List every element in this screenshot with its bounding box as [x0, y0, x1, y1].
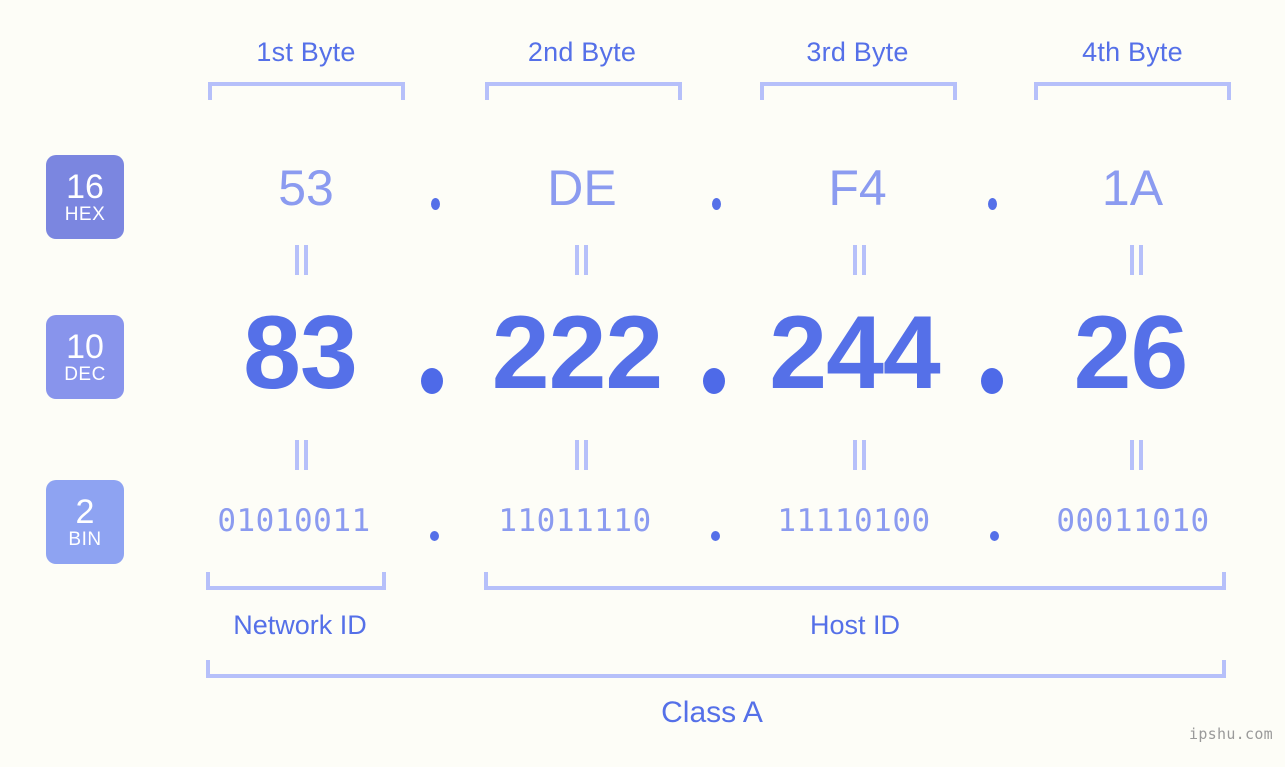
byte-bracket-1 — [208, 82, 405, 100]
equals-marker-dec-bin-2 — [572, 440, 590, 470]
radix-badge-bin: 2 BIN — [46, 480, 124, 564]
site-watermark: ipshu.com — [1189, 725, 1273, 743]
hex-byte-1: 53 — [278, 160, 334, 216]
equals-marker-hex-dec-2 — [572, 245, 590, 275]
radix-badge-dec-label: DEC — [64, 363, 106, 385]
bin-byte-3: 11110100 — [777, 503, 931, 539]
ip-address-breakdown-diagram: 1st Byte 2nd Byte 3rd Byte 4th Byte 16 H… — [0, 0, 1285, 767]
equals-marker-dec-bin-4 — [1127, 440, 1145, 470]
byte-header-label-1: 1st Byte — [256, 37, 356, 67]
radix-badge-dec-number: 10 — [66, 327, 104, 366]
radix-badge-hex-number: 16 — [66, 167, 104, 206]
network-id-label: Network ID — [233, 610, 367, 640]
bin-byte-1: 01010011 — [217, 503, 371, 539]
dec-byte-2: 222 — [491, 295, 664, 411]
network-id-bracket — [206, 572, 386, 590]
byte-header-label-2: 2nd Byte — [527, 37, 637, 67]
class-bracket — [206, 660, 1226, 678]
byte-bracket-3 — [760, 82, 957, 100]
radix-badge-hex: 16 HEX — [46, 155, 124, 239]
hex-separator-dot-2 — [712, 198, 721, 210]
byte-bracket-4 — [1034, 82, 1231, 100]
bin-byte-2: 11011110 — [498, 503, 652, 539]
hex-separator-dot-3 — [988, 198, 997, 210]
byte-bracket-2 — [485, 82, 682, 100]
equals-marker-hex-dec-3 — [850, 245, 868, 275]
hex-byte-2: DE — [547, 160, 617, 216]
equals-marker-hex-dec-1 — [292, 245, 310, 275]
byte-header-label-4: 4th Byte — [1082, 37, 1183, 67]
dec-byte-3: 244 — [769, 295, 941, 411]
byte-header-label-3: 3rd Byte — [806, 37, 909, 67]
dec-byte-4: 26 — [1073, 295, 1189, 411]
dec-separator-dot-1 — [421, 368, 443, 394]
bin-separator-dot-1 — [430, 531, 439, 541]
host-id-label: Host ID — [809, 610, 901, 640]
bin-separator-dot-2 — [711, 531, 720, 541]
radix-badge-hex-label: HEX — [64, 203, 106, 225]
host-id-bracket — [484, 572, 1226, 590]
equals-marker-hex-dec-4 — [1127, 245, 1145, 275]
hex-byte-4: 1A — [1101, 160, 1164, 216]
radix-badge-bin-number: 2 — [75, 492, 95, 531]
dec-byte-1: 83 — [243, 295, 358, 411]
hex-byte-3: F4 — [828, 160, 887, 216]
radix-badge-bin-label: BIN — [68, 528, 102, 550]
dec-separator-dot-3 — [981, 368, 1003, 394]
class-label: Class A — [661, 696, 763, 729]
hex-separator-dot-1 — [431, 198, 440, 210]
bin-byte-4: 00011010 — [1056, 503, 1210, 539]
radix-badge-dec: 10 DEC — [46, 315, 124, 399]
equals-marker-dec-bin-3 — [850, 440, 868, 470]
bin-separator-dot-3 — [990, 531, 999, 541]
dec-separator-dot-2 — [703, 368, 725, 394]
equals-marker-dec-bin-1 — [292, 440, 310, 470]
